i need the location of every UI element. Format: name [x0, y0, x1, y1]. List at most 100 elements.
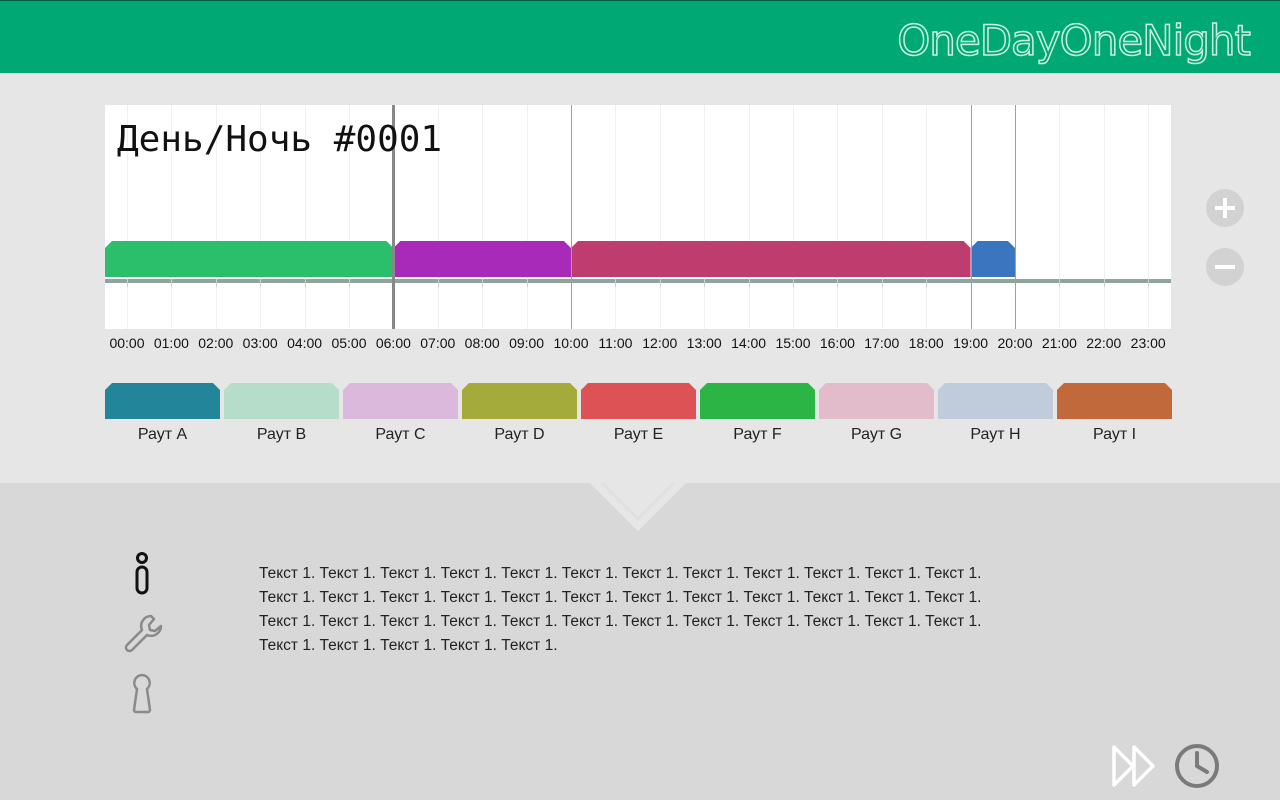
route-label: Раут F [733, 426, 782, 443]
hour-label: 05:00 [331, 335, 367, 351]
timeline-gridline [837, 105, 839, 329]
timeline-tick [793, 279, 794, 287]
fast-forward-icon [1112, 745, 1155, 787]
route-swatch [938, 383, 1053, 419]
hour-label: 11:00 [598, 335, 633, 351]
timeline-tick [215, 279, 217, 287]
route-item[interactable]: Раут D [462, 383, 577, 453]
panel-pointer [590, 483, 686, 531]
timeline-gridline [526, 105, 528, 329]
timeline-gridline [615, 105, 617, 329]
timeline-tick [349, 279, 350, 287]
hour-label: 20:00 [997, 335, 1033, 351]
timeline-segment[interactable] [105, 241, 393, 277]
hour-label: 01:00 [153, 335, 189, 351]
hour-label: 17:00 [864, 335, 900, 351]
info-tab[interactable] [121, 549, 163, 595]
hour-label: 08:00 [464, 335, 500, 351]
hour-axis: 00:00 01:00 02:00 03:00 04:00 05:00 06:00 07:00… [105, 335, 1171, 353]
route-label: Раут A [137, 426, 188, 443]
timeline-segment[interactable] [393, 241, 571, 277]
hour-label: 02:00 [198, 335, 234, 351]
hour-label: 00:00 [109, 335, 145, 351]
timeline-gridline [482, 105, 484, 329]
route-label: Раут E [613, 426, 664, 443]
clock-icon [1175, 744, 1219, 788]
route-swatch [462, 383, 577, 419]
route-item[interactable]: Раут E [581, 383, 696, 453]
keyhole-icon [132, 673, 152, 714]
route-label: Раут H [970, 426, 1021, 443]
route-item[interactable]: Раут I [1057, 383, 1172, 453]
hour-label: 03:00 [242, 335, 278, 351]
timeline-tick [1059, 279, 1061, 287]
timeline-tick [659, 279, 661, 287]
timeline-boundary [970, 105, 972, 329]
hour-label: 14:00 [731, 335, 767, 351]
timeline-gridline [881, 105, 883, 329]
timeline-title: День/Ночь #0001 [117, 119, 443, 160]
timeline-boundary [571, 105, 572, 329]
security-tab[interactable] [121, 671, 163, 717]
timeline-chart[interactable]: День/Ночь #0001 [105, 105, 1171, 329]
timeline-tick [1148, 279, 1150, 287]
timeline-segment[interactable] [571, 241, 971, 277]
fast-forward-button[interactable] [1108, 741, 1158, 791]
hour-label: 19:00 [953, 335, 989, 351]
route-legend: Раут A Раут B Раут C Раут D Раут E Раут F Раут… [105, 383, 1171, 453]
timeline-gridline [1148, 105, 1150, 329]
hour-label: 16:00 [819, 335, 855, 351]
hour-label: 15:00 [775, 335, 811, 351]
hour-label: 07:00 [420, 335, 456, 351]
timeline-gridline [748, 105, 750, 329]
clock-button[interactable] [1172, 741, 1222, 791]
route-label: Раут D [494, 426, 545, 443]
app-logo: OneDayOneNight [896, 15, 1251, 66]
route-item[interactable]: Раут G [819, 383, 934, 453]
hour-label: 12:00 [642, 335, 678, 351]
hour-label: 06:00 [375, 335, 411, 351]
zoom-out-button[interactable] [1206, 248, 1244, 286]
route-swatch [700, 383, 815, 419]
timeline-tick [437, 279, 439, 287]
timeline-gridline [659, 105, 661, 329]
route-item[interactable]: Раут B [224, 383, 339, 453]
hour-label: 09:00 [509, 335, 545, 351]
route-item[interactable]: Раут C [343, 383, 458, 453]
info-text: Текст 1. Текст 1. Текст 1. Текст 1. Текс… [259, 565, 982, 654]
hour-label: 13:00 [686, 335, 722, 351]
timeline-segment[interactable] [971, 241, 1015, 277]
route-item[interactable]: Раут A [105, 383, 220, 453]
app-header: OneDayOneNight [0, 0, 1280, 73]
wrench-icon [124, 614, 163, 653]
hour-label: 04:00 [287, 335, 323, 351]
timeline-tick [482, 279, 484, 287]
route-swatch [105, 383, 220, 419]
route-item[interactable]: Раут H [938, 383, 1053, 453]
route-swatch [1057, 383, 1172, 419]
hour-label: 10:00 [553, 335, 589, 351]
timeline-tick [171, 279, 173, 287]
timeline-tick [748, 279, 750, 287]
hour-label: 21:00 [1041, 335, 1077, 351]
route-item[interactable]: Раут F [700, 383, 815, 453]
timeline-baseline [105, 279, 1171, 283]
route-swatch [343, 383, 458, 419]
route-swatch [224, 383, 339, 419]
route-label: Раут I [1092, 426, 1137, 443]
timeline-tick [837, 279, 839, 287]
info-icon [135, 552, 149, 595]
timeline-gridline [1059, 105, 1061, 329]
timeline-tick [926, 279, 928, 287]
settings-tab[interactable] [121, 610, 163, 656]
zoom-in-button[interactable] [1206, 189, 1244, 227]
timeline-tick [704, 279, 706, 287]
hour-label: 23:00 [1130, 335, 1166, 351]
timeline-boundary [1015, 105, 1016, 329]
hour-label: 22:00 [1086, 335, 1122, 351]
timeline-tick [260, 279, 262, 287]
route-swatch [581, 383, 696, 419]
timeline-gridline [926, 105, 928, 329]
route-label: Раут C [375, 426, 426, 443]
timeline-tick [615, 279, 617, 287]
